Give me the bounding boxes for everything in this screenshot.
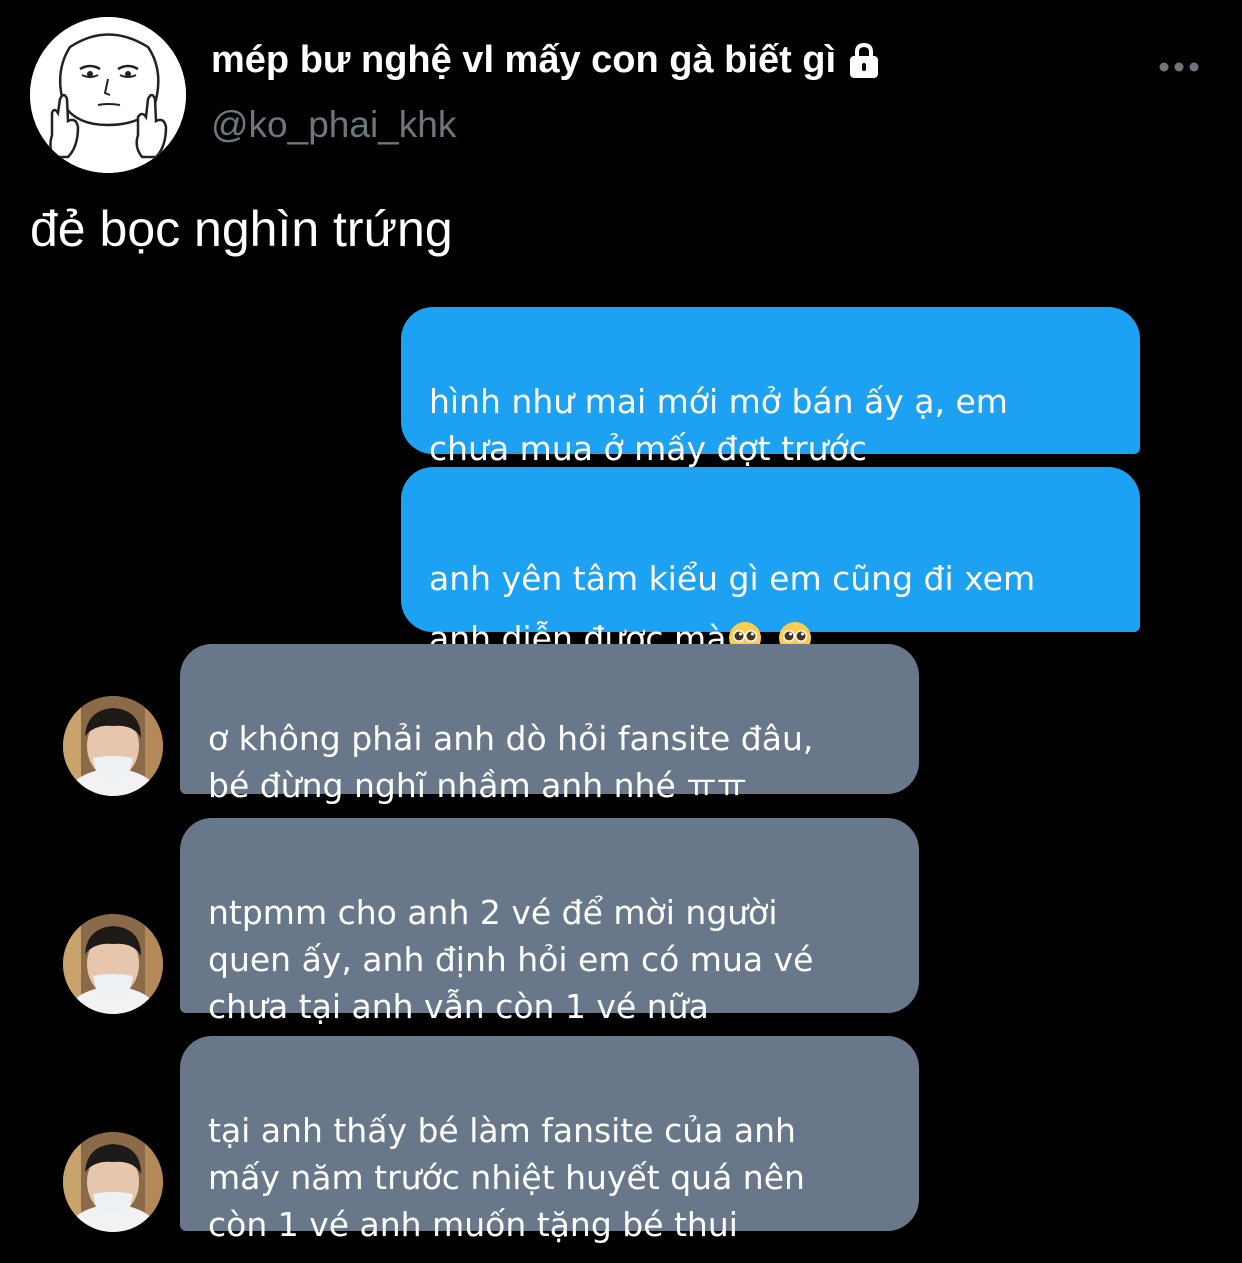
sender-avatar [63,914,163,1014]
profile-avatar[interactable] [30,17,186,173]
message-sent: hình như mai mới mở bán ấy ạ, em chưa mu… [401,307,1140,468]
display-name[interactable]: mép bư nghệ vl mấy con gà biết gì [211,36,884,84]
sender-avatar [63,696,163,796]
message-text: ntpmm cho anh 2 vé để mời người quen ấy,… [208,893,814,1026]
message-sent: anh yên tâm kiểu gì em cũng đi xem anh d… [401,467,1140,658]
message-text: tại anh thấy bé làm fansite của anh mấy … [208,1111,805,1244]
message-text: ơ không phải anh dò hỏi fansite đâu, bé … [208,719,814,805]
message-received: ơ không phải anh dò hỏi fansite đâu, bé … [180,644,919,805]
middle-finger-meme-avatar-icon [30,17,186,173]
message-received: tại anh thấy bé làm fansite của anh mấy … [180,1036,919,1244]
display-name-text: mép bư nghệ vl mấy con gà biết gì [211,39,837,81]
more-icon[interactable] [1152,50,1206,84]
message-text: hình như mai mới mở bán ấy ạ, em chưa mu… [429,382,1008,468]
user-handle[interactable]: @ko_phai_khk [211,102,456,148]
sender-avatar [63,1132,163,1232]
lock-icon [850,42,879,78]
message-received: ntpmm cho anh 2 vé để mời người quen ấy,… [180,818,919,1026]
attached-chat-screenshot[interactable]: hình như mai mới mở bán ấy ạ, em chưa mu… [0,290,1242,1263]
tweet-text: đẻ bọc nghìn trứng [30,201,453,257]
